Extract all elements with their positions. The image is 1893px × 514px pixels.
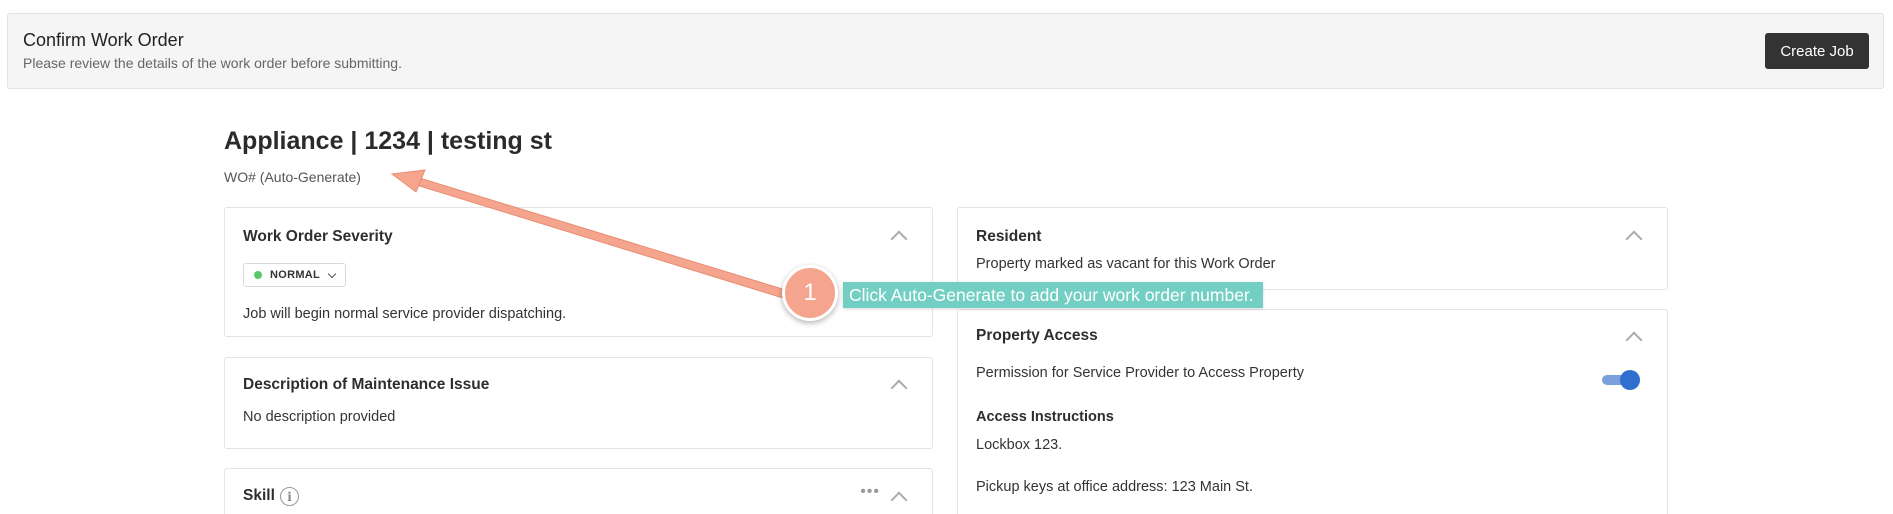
info-icon[interactable]: i [280,487,299,506]
work-order-title: Appliance | 1234 | testing st [224,127,552,155]
description-card-title: Description of Maintenance Issue [243,376,490,393]
property-access-title: Property Access [976,327,1098,344]
severity-card-title: Work Order Severity [243,228,393,245]
toggle-knob [1620,370,1640,390]
header-title: Confirm Work Order [23,30,184,50]
tutorial-tooltip: Click Auto-Generate to add your work ord… [843,282,1263,308]
skill-card-title: Skill [243,487,275,504]
auto-generate-link[interactable]: WO# (Auto-Generate) [224,169,361,185]
description-text: No description provided [243,409,396,425]
severity-description: Job will begin normal service provider d… [243,306,567,322]
chevron-up-icon[interactable] [890,491,908,509]
arrow-head-icon [390,169,426,193]
property-access-card: Property Access Permission for Service P… [957,309,1668,514]
create-job-button[interactable]: Create Job [1765,33,1869,69]
chevron-up-icon[interactable] [1625,230,1643,248]
access-instructions-line1: Lockbox 123. [976,437,1063,453]
more-options-icon[interactable]: ••• [860,483,880,501]
access-permission-label: Permission for Service Provider to Acces… [976,365,1304,381]
resident-text: Property marked as vacant for this Work … [976,256,1276,272]
chevron-down-icon [327,269,337,278]
description-card: Description of Maintenance Issue No desc… [224,357,933,449]
page: Confirm Work Order Please review the det… [0,0,1893,514]
tutorial-step-badge: 1 [782,265,838,321]
chevron-up-icon[interactable] [1625,331,1643,349]
resident-card-title: Resident [976,228,1042,245]
skill-card: Skill i ••• [224,468,933,514]
access-instructions-title: Access Instructions [976,409,1114,425]
chevron-up-icon[interactable] [890,230,908,248]
status-dot-icon [254,271,262,279]
chevron-up-icon[interactable] [890,379,908,397]
severity-dropdown[interactable]: NORMAL [243,263,346,287]
resident-card: Resident Property marked as vacant for t… [957,207,1668,290]
severity-label: NORMAL [270,269,321,281]
header-subtitle: Please review the details of the work or… [23,55,402,71]
confirm-header: Confirm Work Order Please review the det… [7,13,1884,89]
access-permission-toggle[interactable] [1602,370,1640,390]
access-instructions-line2: Pickup keys at office address: 123 Main … [976,479,1253,495]
